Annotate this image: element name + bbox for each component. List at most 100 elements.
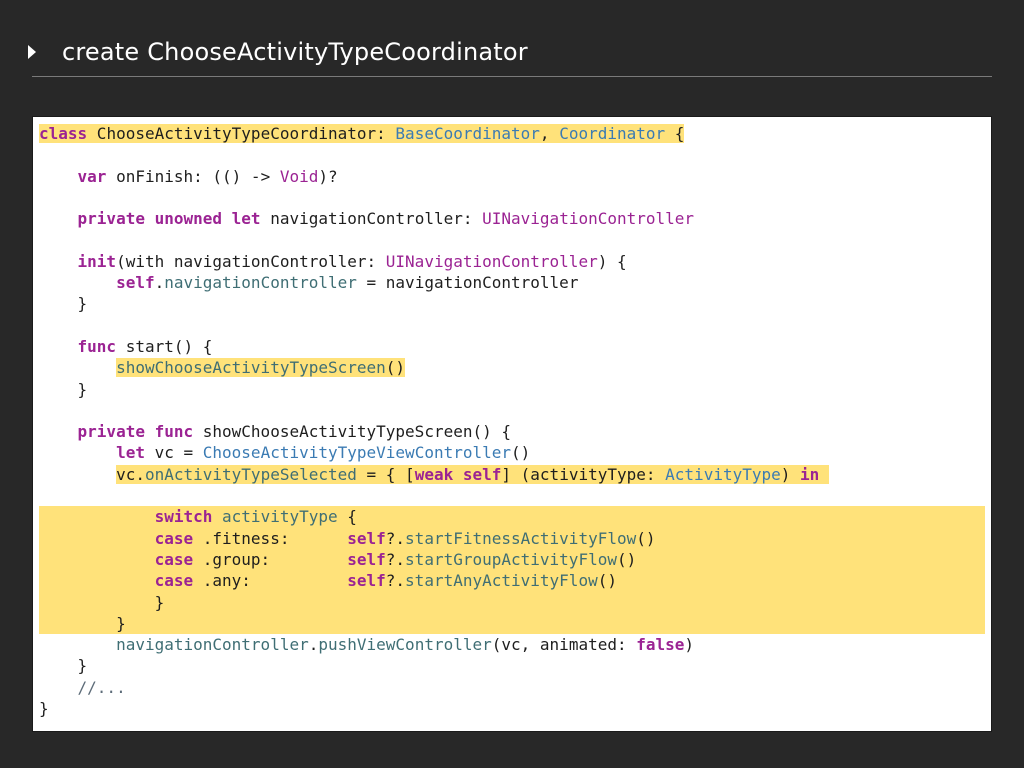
code-line: private func showChooseActivityTypeScree… — [39, 421, 985, 442]
code-token: self — [347, 528, 386, 548]
code-line: case .any: self?.startAnyActivityFlow() — [39, 570, 985, 592]
code-token: = navigationController — [356, 273, 579, 293]
code-token: pushViewController — [318, 635, 492, 655]
code-token: } — [39, 592, 165, 612]
code-token: Coordinator — [559, 124, 666, 143]
code-token: } — [39, 656, 88, 676]
code-line: private unowned let navigationController… — [39, 208, 985, 229]
code-token: (with navigationController: — [116, 251, 386, 271]
code-token: () — [511, 443, 531, 463]
code-token: startFitnessActivityFlow — [405, 528, 637, 548]
code-line: navigationController.pushViewController(… — [39, 634, 985, 655]
code-token: private func — [77, 422, 194, 442]
code-token: (vc, animated: — [491, 635, 637, 655]
code-line: func start() { — [39, 336, 985, 357]
code-line: } — [39, 591, 985, 613]
code-token: activityType — [222, 507, 338, 527]
code-token: .fitness: — [193, 528, 348, 548]
code-line: } — [39, 612, 985, 635]
code-line: showChooseActivityTypeScreen() — [39, 357, 985, 378]
code-token: func — [77, 336, 117, 356]
code-token: = { [ — [356, 464, 415, 484]
code-line: } — [39, 379, 985, 400]
slide-title: create ChooseActivityTypeCoordinator — [62, 38, 528, 66]
code-token: in — [800, 464, 820, 484]
code-line: vc.onActivityTypeSelected = { [weak self… — [39, 464, 985, 485]
code-token: ?. — [385, 571, 406, 591]
code-token: () — [636, 528, 656, 548]
code-line: class ChooseActivityTypeCoordinator: Bas… — [39, 123, 985, 144]
code-token: switch — [154, 507, 213, 527]
code-token: startAnyActivityFlow — [405, 571, 598, 591]
code-token: { — [665, 124, 685, 143]
code-token: Void — [279, 166, 319, 186]
code-line: switch activityType { — [39, 506, 985, 528]
code-line: let vc = ChooseActivityTypeViewControlle… — [39, 442, 985, 463]
code-token: )? — [318, 166, 338, 186]
code-token: case — [154, 528, 194, 548]
code-token: //... — [77, 677, 126, 697]
code-token: vc. — [116, 464, 145, 484]
code-token: let — [116, 443, 145, 463]
code-line: self.navigationController = navigationCo… — [39, 272, 985, 293]
code-token: weak self — [414, 464, 502, 484]
code-token: .group: — [193, 549, 348, 569]
triangle-bullet-icon — [28, 45, 36, 59]
code-line: } — [39, 698, 985, 719]
code-line: var onFinish: (() -> Void)? — [39, 166, 985, 187]
code-token: .any: — [193, 571, 348, 591]
code-token: , — [539, 124, 560, 143]
code-token: UINavigationController — [385, 251, 598, 271]
code-token: start() { — [116, 336, 213, 356]
code-token: ) { — [597, 251, 627, 271]
code-token: self — [347, 571, 386, 591]
code-token: private unowned let — [77, 209, 261, 229]
code-block: class ChooseActivityTypeCoordinator: Bas… — [39, 123, 985, 719]
code-token: self — [116, 273, 155, 293]
code-token: . — [308, 635, 319, 655]
code-token: { — [337, 507, 357, 527]
code-token: var — [77, 166, 107, 186]
code-token: . — [154, 273, 165, 293]
code-token: ) — [780, 464, 801, 484]
code-token: ) — [684, 635, 695, 655]
code-line: //... — [39, 677, 985, 698]
code-token: } — [39, 379, 88, 399]
code-token: init — [77, 251, 117, 271]
code-token: () — [597, 571, 617, 591]
code-token: onActivityTypeSelected — [144, 464, 357, 484]
code-token: ChooseActivityTypeViewController — [202, 443, 512, 463]
slide-header: create ChooseActivityTypeCoordinator — [28, 32, 528, 72]
code-token: case — [154, 571, 194, 591]
code-token: navigationController: — [260, 209, 483, 229]
code-token: false — [636, 635, 685, 655]
code-token: () — [385, 358, 406, 378]
header-divider — [32, 76, 992, 77]
code-token — [819, 464, 829, 484]
code-line: case .fitness: self?.startFitnessActivit… — [39, 527, 985, 549]
code-token: vc = — [144, 443, 203, 463]
code-token: onFinish: (() -> — [106, 166, 280, 186]
code-token: ?. — [385, 528, 406, 548]
code-token: ?. — [385, 549, 406, 569]
code-token: ActivityType — [665, 464, 781, 484]
